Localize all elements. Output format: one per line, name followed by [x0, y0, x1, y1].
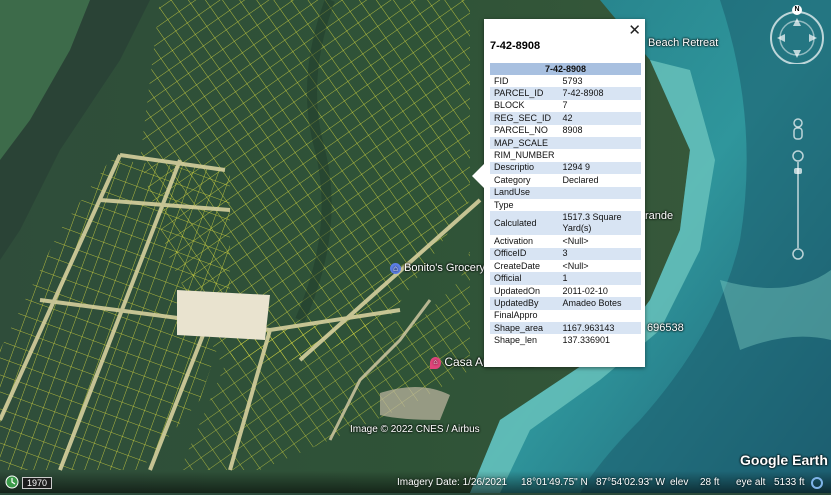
- satellite-map[interactable]: [0, 0, 831, 493]
- attribute-row: UpdatedOn 2011-02-10: [490, 285, 641, 297]
- attribute-value: 1517.3 Square Yard(s): [558, 211, 641, 236]
- compass[interactable]: N: [767, 4, 827, 65]
- eye-alt-label: eye alt: [736, 477, 766, 488]
- attribute-row: REG_SEC_ID 42: [490, 112, 641, 125]
- place-label-grande[interactable]: rande: [645, 210, 673, 222]
- attribute-key: Type: [494, 199, 514, 210]
- attribute-value: 137.336901: [562, 335, 611, 346]
- attribute-row: Type: [490, 199, 641, 211]
- attribute-value: 1167.963143: [558, 322, 641, 335]
- street-view-icon[interactable]: [788, 117, 808, 145]
- attribute-value: [559, 310, 641, 322]
- attribute-row: Category Declared: [490, 174, 641, 186]
- attribute-key: FID: [494, 75, 509, 86]
- attribute-row: Shape_area 1167.963143: [490, 322, 641, 335]
- attribute-value: [559, 199, 641, 211]
- eye-alt-value: 5133 ft: [774, 477, 805, 488]
- attribute-value: 5793: [562, 75, 583, 86]
- attribute-key: Shape_area: [490, 322, 559, 335]
- attribute-value: [558, 136, 641, 150]
- elevation-label: elev: [670, 477, 689, 488]
- longitude: 87°54'02.93" W: [596, 477, 665, 488]
- attribute-value: 1: [558, 272, 641, 285]
- attribute-row: UpdatedBy Amadeo Botes: [490, 297, 641, 310]
- attribute-row: MAP_SCALE: [490, 136, 641, 150]
- attribute-value: 3: [558, 247, 641, 261]
- store-icon: ⌂: [390, 262, 401, 274]
- attribute-table: 7-42-8908 FID 5793 PARCEL_ID 7-42-8908 BLOCK…: [490, 63, 641, 347]
- attribute-key: Category: [494, 174, 531, 185]
- table-header: 7-42-8908: [490, 63, 641, 75]
- place-label-beach-retreat[interactable]: Beach Retreat: [648, 37, 718, 49]
- attribute-row: PARCEL_ID 7-42-8908: [490, 87, 641, 100]
- attribute-value: 7-42-8908: [558, 87, 641, 100]
- zoom-slider[interactable]: [790, 150, 806, 260]
- grocery-pin[interactable]: ⌂ Bonito's Grocery S: [390, 262, 495, 274]
- place-label-bonito: Bonito's Grocery S: [404, 262, 496, 274]
- latitude: 18°01'49.75" N: [521, 477, 588, 488]
- attribute-row: OfficeID 3: [490, 247, 641, 261]
- attribute-key: UpdatedOn: [494, 285, 541, 296]
- google-earth-logo: Google Earth: [740, 452, 828, 468]
- attribute-value: [558, 186, 641, 199]
- attribute-key: Shape_len: [494, 335, 538, 346]
- attribute-key: PARCEL_NO: [494, 125, 548, 136]
- attribute-row: FID 5793: [490, 75, 641, 87]
- attribute-value: <Null>: [562, 235, 589, 246]
- attribute-row: BLOCK 7: [490, 100, 641, 112]
- attribute-value: 8908: [562, 125, 583, 136]
- attribute-key: LandUse: [490, 186, 559, 199]
- image-credit: Image © 2022 CNES / Airbus: [350, 424, 480, 435]
- attribute-key: Activation: [494, 235, 534, 246]
- attribute-key: REG_SEC_ID: [490, 112, 559, 125]
- attribute-key: Descriptio: [490, 161, 559, 175]
- attribute-key: PARCEL_ID: [490, 87, 559, 100]
- hotel-icon: ⌂: [430, 356, 441, 369]
- popup-pointer: [472, 164, 484, 188]
- attribute-key: MAP_SCALE: [490, 136, 559, 150]
- attribute-row: FinalAppro: [490, 310, 641, 322]
- attribute-value: [559, 149, 641, 161]
- time-slider-year[interactable]: 1970: [22, 477, 53, 489]
- elevation-value: 28 ft: [700, 477, 720, 488]
- attribute-row: RIM_NUMBER: [490, 149, 641, 161]
- attribute-key: RIM_NUMBER: [494, 150, 555, 161]
- attribute-key: Official: [490, 272, 559, 285]
- historical-imagery-icon[interactable]: [5, 475, 19, 489]
- attribute-row: Calculated 1517.3 Square Yard(s): [490, 211, 641, 236]
- attribute-row: Activation <Null>: [490, 235, 641, 247]
- attribute-key: BLOCK: [494, 100, 525, 111]
- north-indicator[interactable]: N: [792, 5, 802, 15]
- attribute-value: 42: [558, 112, 641, 125]
- streaming-status-icon: [810, 476, 824, 490]
- attribute-value: 7: [562, 100, 568, 111]
- attribute-row: Shape_len 137.336901: [490, 334, 641, 346]
- feature-info-popup: ✕ 7-42-8908 7-42-8908 FID 5793 PARCEL_ID 7-…: [472, 19, 645, 367]
- attribute-key: UpdatedBy: [490, 297, 559, 310]
- attribute-row: Descriptio 1294 9: [490, 161, 641, 175]
- attribute-value: Declared: [562, 174, 599, 185]
- attribute-key: FinalAppro: [494, 310, 538, 321]
- attribute-row: LandUse: [490, 186, 641, 199]
- attribute-row: PARCEL_NO 8908: [490, 125, 641, 137]
- imagery-date: Imagery Date: 1/26/2021: [397, 477, 508, 488]
- close-icon[interactable]: ✕: [628, 21, 641, 39]
- attribute-value: Amadeo Botes: [558, 297, 641, 310]
- attribute-value: <Null>: [562, 260, 589, 271]
- attribute-key: Calculated: [490, 211, 559, 236]
- attribute-row: Official 1: [490, 272, 641, 285]
- attribute-key: OfficeID: [490, 247, 559, 261]
- attribute-key: CreateDate: [494, 260, 541, 271]
- popup-title: 7-42-8908: [490, 40, 541, 52]
- place-label-number[interactable]: 696538: [647, 322, 684, 334]
- attribute-row: CreateDate <Null>: [490, 260, 641, 272]
- attribute-value: 2011-02-10: [562, 285, 608, 296]
- attribute-value: 1294 9: [558, 161, 641, 175]
